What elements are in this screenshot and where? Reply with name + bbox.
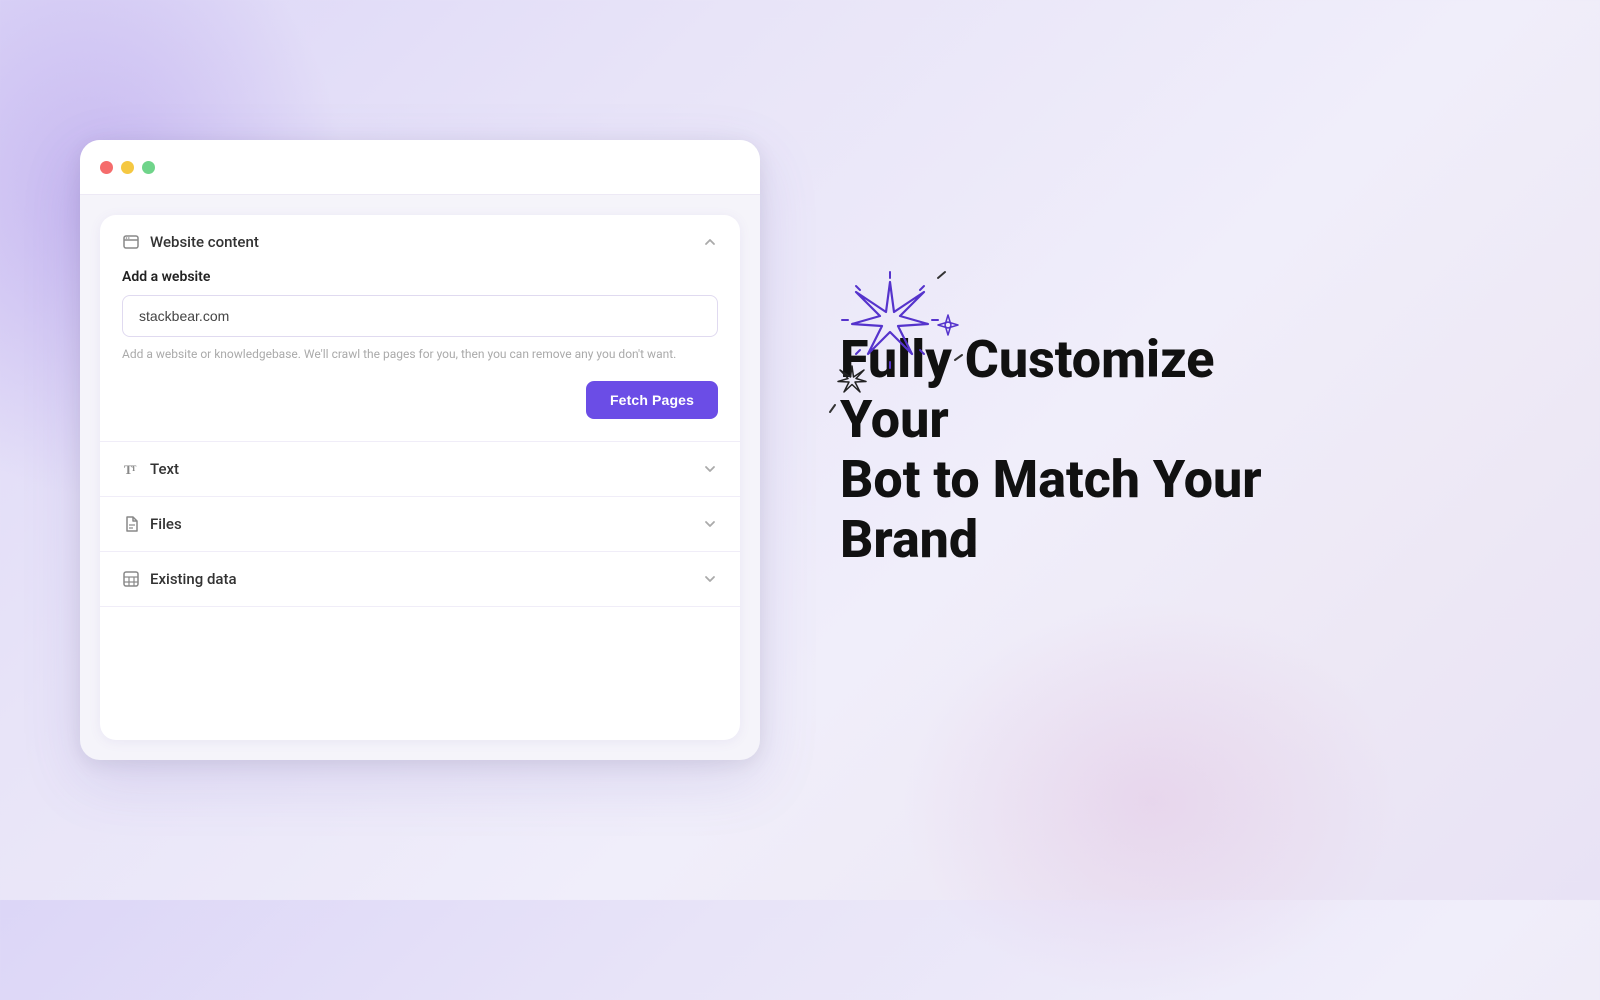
website-content-section: Website content Add a website Add a webs… <box>100 215 740 442</box>
existing-data-section: Existing data <box>100 552 740 607</box>
dot-green <box>142 161 155 174</box>
browser-dots <box>100 161 155 174</box>
dot-yellow <box>121 161 134 174</box>
existing-data-section-header[interactable]: Existing data <box>100 552 740 606</box>
browser-content: Website content Add a website Add a webs… <box>80 195 760 760</box>
fetch-btn-row: Fetch Pages <box>122 381 718 419</box>
text-section-left: T T Text <box>122 460 179 478</box>
section-header-left: Website content <box>122 233 259 251</box>
browser-window: Website content Add a website Add a webs… <box>80 140 760 760</box>
text-section: T T Text <box>100 442 740 497</box>
file-icon <box>122 515 140 533</box>
text-chevron-down-icon <box>702 461 718 477</box>
files-section-header[interactable]: Files <box>100 497 740 551</box>
fetch-pages-button[interactable]: Fetch Pages <box>586 381 718 419</box>
panel: Website content Add a website Add a webs… <box>100 215 740 740</box>
website-content-body: Add a website Add a website or knowledge… <box>100 269 740 441</box>
browser-icon <box>122 233 140 251</box>
field-hint: Add a website or knowledgebase. We'll cr… <box>122 345 718 363</box>
existing-data-chevron-down-icon <box>702 571 718 587</box>
dot-red <box>100 161 113 174</box>
existing-data-section-left: Existing data <box>122 570 237 588</box>
files-section-left: Files <box>122 515 182 533</box>
table-icon <box>122 570 140 588</box>
text-section-header[interactable]: T T Text <box>100 442 740 496</box>
sparkle-svg <box>800 250 980 430</box>
sparkle-decoration <box>800 250 980 430</box>
text-section-title: Text <box>150 460 179 478</box>
website-content-title: Website content <box>150 233 259 251</box>
url-input[interactable] <box>122 295 718 337</box>
add-website-label: Add a website <box>122 269 718 285</box>
existing-data-section-title: Existing data <box>150 570 237 588</box>
headline-line2: Bot to Match Your Brand <box>840 449 1262 570</box>
browser-titlebar <box>80 140 760 195</box>
files-section-title: Files <box>150 515 182 533</box>
website-content-header[interactable]: Website content <box>100 215 740 269</box>
page-container: Website content Add a website Add a webs… <box>0 0 1600 900</box>
chevron-up-icon <box>702 234 718 250</box>
files-section: Files <box>100 497 740 552</box>
right-side: Fully Customize Your Bot to Match Your B… <box>760 330 1520 569</box>
files-chevron-down-icon <box>702 516 718 532</box>
svg-text:T: T <box>131 464 137 473</box>
text-icon: T T <box>122 460 140 478</box>
